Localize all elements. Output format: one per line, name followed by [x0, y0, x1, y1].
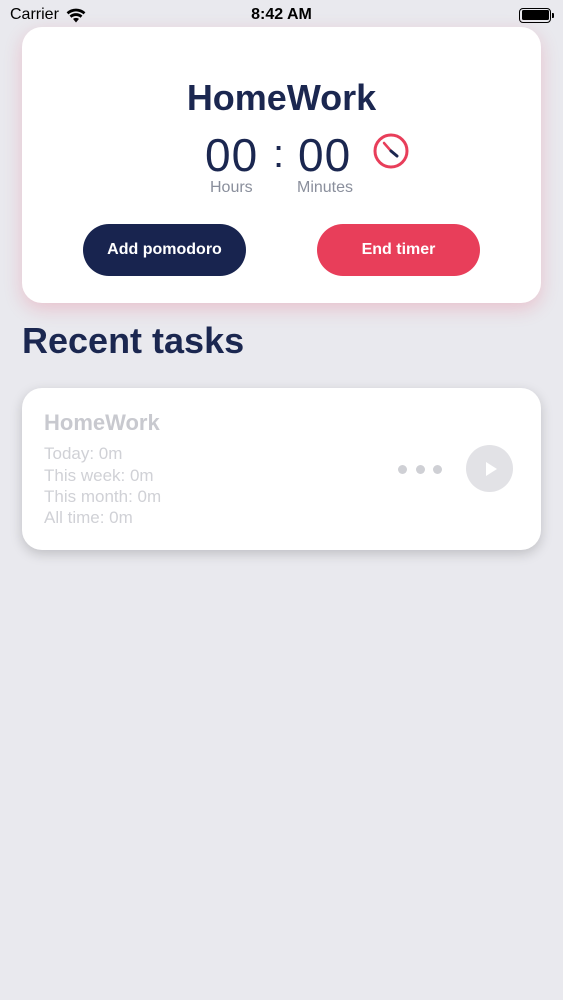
status-bar: Carrier 8:42 AM: [0, 0, 563, 30]
task-name: HomeWork: [44, 410, 160, 435]
status-left: Carrier: [10, 6, 86, 24]
clock-separator: :: [273, 132, 286, 176]
play-button[interactable]: [466, 445, 513, 492]
battery-fill: [521, 10, 549, 20]
add-pomodoro-button[interactable]: Add pomodoro: [83, 224, 246, 276]
play-icon: [485, 461, 497, 476]
task-card[interactable]: HomeWork Today: 0m This week: 0m This mo…: [22, 388, 541, 550]
gauge-icon[interactable]: [372, 132, 410, 170]
minutes-value: 00: [298, 129, 352, 181]
hours-label: Hours: [210, 179, 253, 196]
current-task-title: HomeWork: [186, 77, 377, 118]
timer-card: HomeWork 00 : 00 Hours Minutes Add pomod…: [22, 27, 541, 303]
carrier-label: Carrier: [10, 6, 59, 23]
wifi-icon: [66, 8, 86, 22]
clock-display: 00 : 00: [22, 128, 541, 184]
task-stat-today: Today: 0m: [44, 444, 123, 463]
task-stat-month: This month: 0m: [44, 487, 162, 506]
more-options-icon[interactable]: [398, 463, 442, 475]
hours-value: 00: [205, 129, 259, 181]
recent-tasks-title: Recent tasks: [22, 320, 245, 361]
task-stat-week: This week: 0m: [44, 466, 154, 485]
more-dot: [398, 464, 407, 474]
more-dot: [415, 464, 425, 474]
more-dot: [433, 464, 442, 474]
battery-icon: [519, 7, 554, 23]
minutes-label: Minutes: [297, 179, 354, 196]
end-timer-button[interactable]: End timer: [317, 224, 480, 276]
task-stat-all-time: All time: 0m: [44, 508, 133, 527]
